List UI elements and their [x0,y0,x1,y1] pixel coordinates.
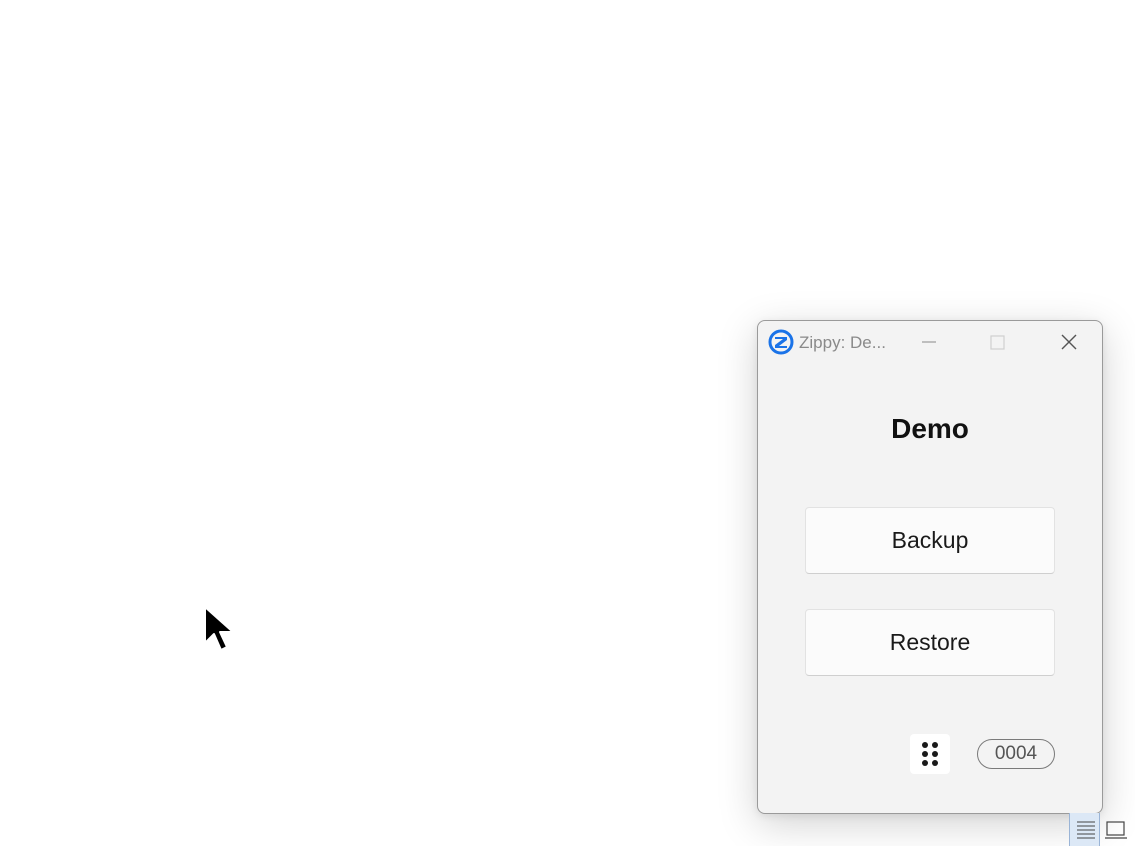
maximize-button[interactable] [974,327,1020,357]
mouse-cursor-icon [204,606,234,651]
list-view-icon [1077,821,1095,839]
page-title: Demo [891,413,969,444]
app-window: Zippy: De... Demo Backup Restore 0004 [757,320,1103,814]
drag-handle-button[interactable] [910,734,950,774]
backup-button[interactable]: Backup [805,507,1055,574]
counter-badge: 0004 [977,739,1055,769]
monitor-icon[interactable] [1105,819,1127,841]
close-button[interactable] [1046,327,1092,357]
minimize-button[interactable] [906,327,952,357]
window-title: Zippy: De... [799,333,886,352]
desktop: Zippy: De... Demo Backup Restore 0004 [0,0,1135,846]
restore-button[interactable]: Restore [805,609,1055,676]
title-bar[interactable]: Zippy: De... [758,321,1102,363]
taskbar-tray [1069,813,1135,846]
close-icon [1061,334,1077,350]
list-view-button[interactable] [1069,813,1100,846]
drag-handle-icon [922,742,938,766]
maximize-icon [990,335,1005,350]
minimize-icon [922,341,936,343]
zippy-logo-icon [768,329,794,355]
